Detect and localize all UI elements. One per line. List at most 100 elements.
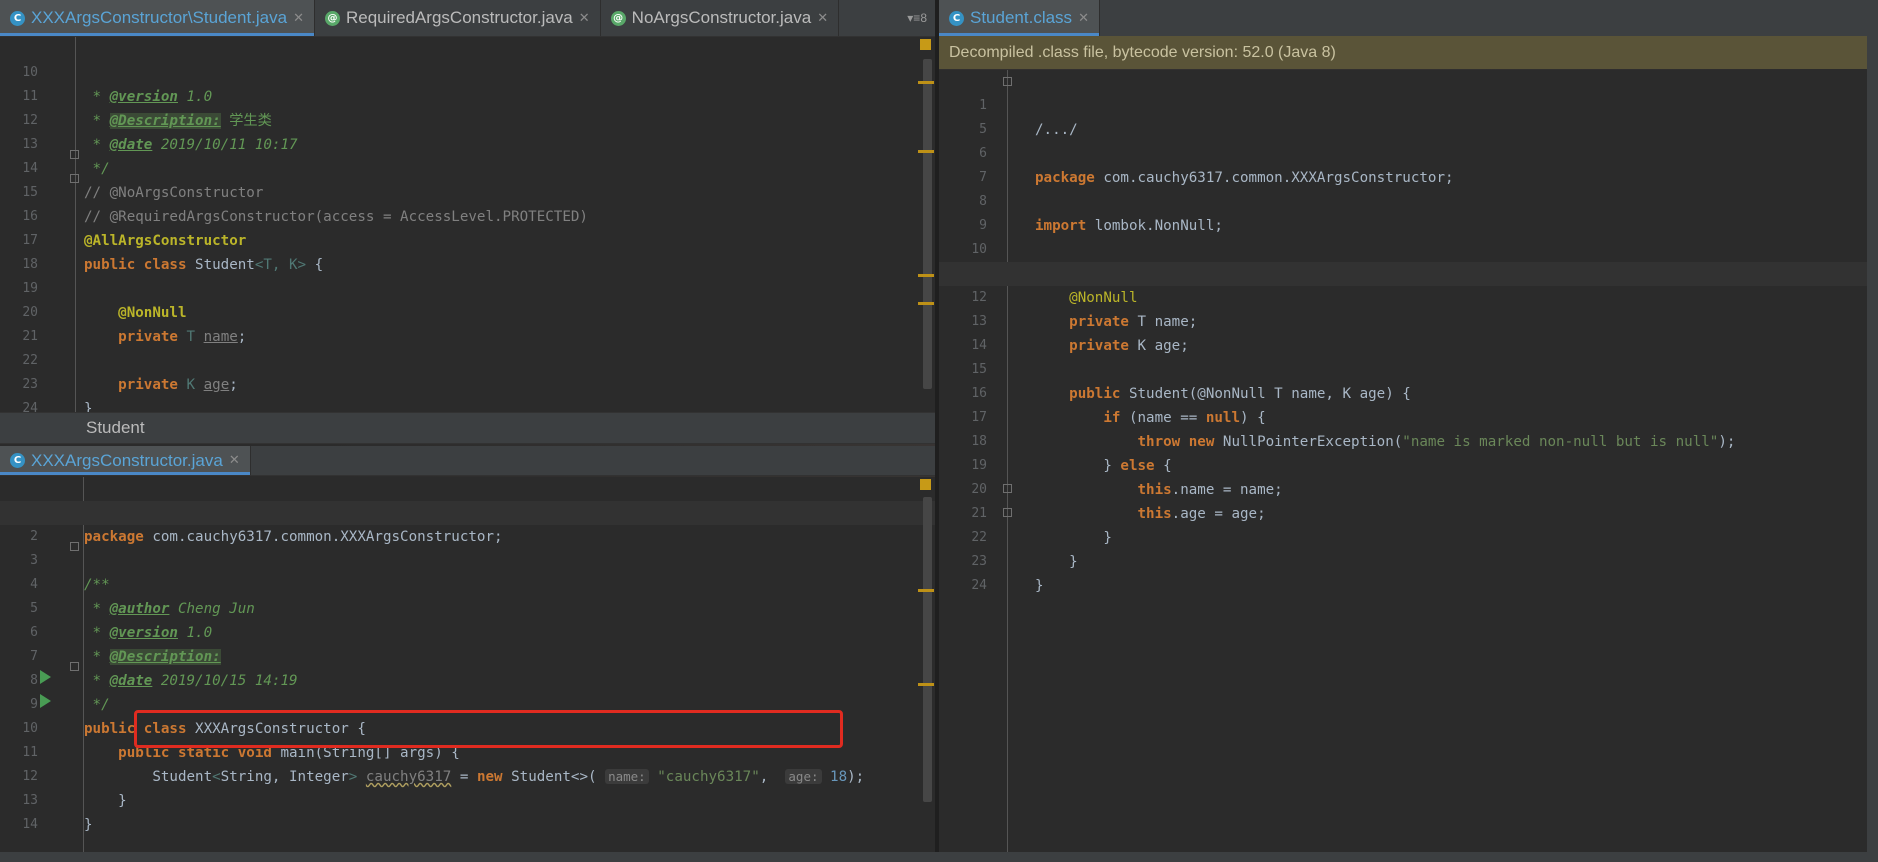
scrollbar[interactable] bbox=[923, 59, 932, 389]
code-line: 1 /.../ bbox=[939, 70, 1867, 138]
code-line: 24 bbox=[939, 550, 1867, 593]
annotation-icon: @ bbox=[610, 10, 626, 26]
code-line: 18 } else { bbox=[939, 406, 1867, 474]
highlight-annotation-box bbox=[134, 710, 843, 748]
code-line-current: 2 bbox=[0, 501, 935, 544]
code-line: 19 @NonNull bbox=[0, 253, 935, 321]
code-line: 6 * @Description: bbox=[0, 597, 935, 665]
status-bar bbox=[0, 852, 1878, 862]
error-stripe-marker[interactable] bbox=[918, 302, 934, 305]
inspection-status-icon[interactable] bbox=[920, 479, 931, 490]
code-line: 10 public class Student<T, K> { bbox=[939, 214, 1867, 282]
line-number: 24 bbox=[971, 578, 987, 593]
close-icon[interactable]: ✕ bbox=[579, 11, 590, 26]
code-line: 14 bbox=[0, 789, 935, 832]
breadcrumb[interactable]: Student bbox=[0, 412, 935, 444]
code-line: 11 @NonNull bbox=[939, 238, 1867, 306]
right-tool-strip bbox=[1867, 0, 1878, 862]
code-line: 6 package com.cauchy6317.common.XXXArgsC… bbox=[939, 118, 1867, 186]
code-line: 7 * @date 2019/10/15 14:19 bbox=[0, 621, 935, 689]
run-icon[interactable] bbox=[40, 670, 51, 684]
tab-no-args-constructor[interactable]: @ NoArgsConstructor.java ✕ bbox=[601, 0, 840, 36]
line-number: 14 bbox=[22, 817, 38, 832]
code-line: 21 } bbox=[939, 478, 1867, 546]
tab-required-args-constructor[interactable]: @ RequiredArgsConstructor.java ✕ bbox=[315, 0, 601, 36]
class-icon: C bbox=[10, 10, 25, 26]
close-icon[interactable]: ✕ bbox=[1078, 11, 1089, 26]
class-icon: C bbox=[10, 453, 25, 468]
fold-icon[interactable] bbox=[70, 150, 79, 159]
code-line: 22 } bbox=[939, 502, 1867, 570]
error-stripe-marker[interactable] bbox=[918, 81, 934, 84]
annotation-icon: @ bbox=[324, 10, 340, 26]
code-line: 3 /** bbox=[0, 525, 935, 593]
editor-top[interactable]: 10 * @version 1.0 11 * @Description: 学生类… bbox=[0, 37, 935, 412]
decompiled-banner: Decompiled .class file, bytecode version… bbox=[939, 36, 1867, 69]
code-line: 16 if (name == null) { bbox=[939, 358, 1867, 426]
code-line: 24 bbox=[0, 373, 935, 412]
fold-icon[interactable] bbox=[70, 662, 79, 671]
code-line: 20 private T name; bbox=[0, 277, 935, 345]
code-line: 13 private K age; bbox=[939, 286, 1867, 354]
error-stripe-marker[interactable] bbox=[918, 683, 934, 686]
code-line: 8 */ bbox=[0, 645, 935, 713]
editor-right[interactable]: 1 /.../ 5 6 package com.cauchy6317.commo… bbox=[939, 70, 1867, 852]
code-line: 20 this.age = age; bbox=[939, 454, 1867, 522]
inspection-status-icon[interactable] bbox=[920, 39, 931, 50]
code-line: 18 bbox=[0, 229, 935, 272]
line-number: 24 bbox=[22, 401, 38, 412]
code-line: 22 private K age; bbox=[0, 325, 935, 393]
fold-icon[interactable] bbox=[70, 174, 79, 183]
close-icon[interactable]: ✕ bbox=[293, 11, 304, 26]
error-stripe-marker[interactable] bbox=[918, 274, 934, 277]
code-line: 15 // @RequiredArgsConstructor(access = … bbox=[0, 157, 935, 225]
code-line: 7 bbox=[939, 142, 1867, 185]
decompiled-banner-text: Decompiled .class file, bytecode version… bbox=[949, 43, 1336, 61]
right-editor-tabbar: C Student.class ✕ bbox=[939, 0, 1867, 37]
code-line: 23 } bbox=[939, 526, 1867, 594]
error-stripe-marker[interactable] bbox=[918, 589, 934, 592]
code-line: 14 // @NoArgsConstructor bbox=[0, 133, 935, 201]
fold-icon[interactable] bbox=[1003, 77, 1012, 86]
code-line: 14 bbox=[939, 310, 1867, 353]
tab-student-java[interactable]: C XXXArgsConstructor\Student.java ✕ bbox=[0, 0, 315, 36]
code-line: 16 @AllArgsConstructor bbox=[0, 181, 935, 249]
code-line: 10 * @version 1.0 bbox=[0, 37, 935, 105]
code-line: 12 * @date 2019/10/11 10:17 bbox=[0, 85, 935, 153]
tab-label: XXXArgsConstructor.java bbox=[31, 450, 223, 470]
run-icon[interactable] bbox=[40, 694, 51, 708]
code-line: 4 * @author Cheng Jun bbox=[0, 549, 935, 617]
tab-xxx-args-constructor[interactable]: C XXXArgsConstructor.java ✕ bbox=[0, 446, 251, 475]
fold-icon[interactable] bbox=[1003, 508, 1012, 517]
left-editor-tabbar: C XXXArgsConstructor\Student.java ✕ @ Re… bbox=[0, 0, 935, 37]
code-line: 8 import lombok.NonNull; bbox=[939, 166, 1867, 234]
code-line: 13 } bbox=[0, 765, 935, 833]
fold-icon[interactable] bbox=[70, 542, 79, 551]
editor-bottom[interactable]: 1 package com.cauchy6317.common.XXXArgsC… bbox=[0, 477, 935, 852]
tab-overflow-button[interactable]: ▾≡ 8 bbox=[899, 0, 935, 36]
code-line: 19 this.name = name; bbox=[939, 430, 1867, 498]
tab-student-class[interactable]: C Student.class ✕ bbox=[939, 0, 1100, 36]
code-line: 5 bbox=[939, 94, 1867, 137]
fold-icon[interactable] bbox=[1003, 484, 1012, 493]
code-line: 15 public Student(@NonNull T name, K age… bbox=[939, 334, 1867, 402]
code-line: 1 package com.cauchy6317.common.XXXArgsC… bbox=[0, 477, 935, 545]
tab-label: XXXArgsConstructor\Student.java bbox=[31, 8, 288, 27]
code-line-current: 12 private T name; bbox=[939, 262, 1867, 330]
error-stripe-marker[interactable] bbox=[918, 150, 934, 153]
code-line: 17 throw new NullPointerException("name … bbox=[939, 382, 1867, 450]
code-line: 23 } bbox=[0, 349, 935, 412]
code-line: 11 * @Description: 学生类 bbox=[0, 61, 935, 129]
class-icon: C bbox=[949, 10, 964, 26]
breadcrumb-label: Student bbox=[86, 418, 145, 437]
tab-label: Student.class bbox=[970, 8, 1073, 27]
code-line: 9 public class XXXArgsConstructor { bbox=[0, 669, 935, 737]
tab-label: NoArgsConstructor.java bbox=[631, 8, 812, 27]
close-icon[interactable]: ✕ bbox=[817, 11, 828, 26]
tab-overflow-count: 8 bbox=[920, 11, 927, 25]
code-line: 17 public class Student<T, K> { bbox=[0, 205, 935, 273]
code-line: 9 bbox=[939, 190, 1867, 233]
close-icon[interactable]: ✕ bbox=[229, 453, 240, 468]
scrollbar[interactable] bbox=[923, 497, 932, 802]
tab-label: RequiredArgsConstructor.java bbox=[345, 8, 573, 27]
